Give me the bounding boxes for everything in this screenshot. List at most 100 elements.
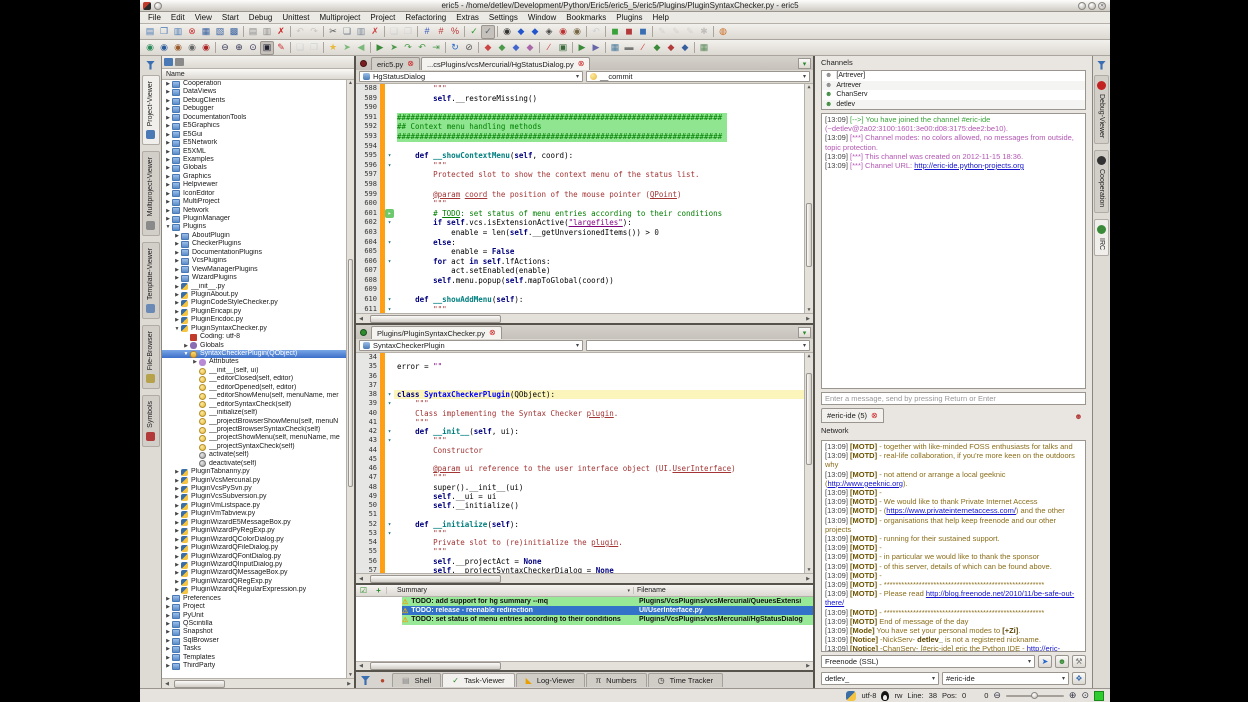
line-number[interactable]: 608 — [356, 276, 380, 286]
expander-icon[interactable]: ▶ — [164, 131, 172, 139]
expander-icon[interactable]: ▼ — [164, 223, 172, 231]
icon-editor-button[interactable]: ▦ — [697, 41, 711, 55]
expander-icon[interactable]: ▶ — [164, 190, 172, 198]
expander-icon[interactable]: ▶ — [173, 232, 181, 240]
new-document-view-button[interactable]: ❏ — [293, 41, 307, 55]
generate-dialog-button[interactable]: ◆ — [650, 41, 664, 55]
code-line[interactable]: 601▸ # TODO: set status of menu entries … — [356, 209, 813, 219]
tree-item[interactable]: ▶PluginWizardE5MessageBox.py — [162, 519, 354, 527]
chat-link[interactable]: http://eric-ide.python-projects.org — [914, 161, 1024, 170]
search-prev-button[interactable]: ◆ — [528, 25, 542, 39]
profile-script-button[interactable]: ◆ — [509, 41, 523, 55]
editor-vertical-scrollbar[interactable]: ▲▼ — [804, 84, 813, 313]
scroll-right-icon[interactable]: ▶ — [803, 316, 813, 322]
scroll-left-icon[interactable]: ◀ — [356, 576, 366, 582]
line-number[interactable]: 50 — [356, 501, 380, 510]
fold-icon[interactable]: ▾ — [385, 529, 394, 538]
tree-item[interactable]: ▶VcsPlugins — [162, 257, 354, 265]
code-line[interactable]: 57 self.__projectSyntaxCheckerDialog = N… — [356, 566, 813, 573]
tree-item[interactable]: ▶PluginWizardQFontDialog.py — [162, 553, 354, 561]
expander-icon[interactable]: ▶ — [164, 114, 172, 122]
tree-item[interactable]: __projectShowMenu(self, menuName, me — [162, 434, 354, 442]
expander-icon[interactable]: ▶ — [173, 553, 181, 561]
connect-server-button[interactable]: ➤ — [1038, 655, 1052, 668]
readwrite-indicator[interactable]: rw — [894, 691, 902, 700]
expander-icon[interactable]: ▶ — [173, 249, 181, 257]
code-line[interactable]: 592## Context menu handling methods — [356, 122, 813, 132]
expander-icon[interactable]: ▶ — [173, 291, 181, 299]
tab-task-viewer[interactable]: ✓Task-Viewer — [442, 673, 514, 687]
expander-icon[interactable]: ▶ — [182, 342, 190, 350]
expander-icon[interactable]: ▶ — [164, 654, 172, 662]
server-combo[interactable]: Freenode (SSL) ▾ — [821, 655, 1035, 668]
line-number[interactable]: 610 — [356, 295, 380, 305]
code-line[interactable]: 591#####################################… — [356, 113, 813, 123]
line-number[interactable]: 589 — [356, 94, 380, 104]
expander-icon[interactable]: ▶ — [173, 510, 181, 518]
expander-icon[interactable]: ▶ — [164, 139, 172, 147]
wizard-pen-1-button[interactable]: ✎ — [655, 25, 669, 39]
join-channel-button[interactable]: ❖ — [1072, 672, 1086, 685]
expander-icon[interactable]: ▶ — [173, 257, 181, 265]
code-line[interactable]: 36 — [356, 372, 813, 381]
expander-icon[interactable]: ▼ — [173, 325, 181, 333]
tree-item[interactable]: ▶AboutPlugin — [162, 232, 354, 240]
user-item[interactable]: ☻Artrever — [822, 81, 1085, 91]
bookmark-star-button[interactable]: ★ — [326, 41, 340, 55]
tree-item[interactable]: ▶MultiProject — [162, 198, 354, 206]
line-number[interactable]: 38 — [356, 390, 380, 399]
fold-icon[interactable]: ▾ — [385, 238, 394, 248]
expander-icon[interactable]: ▶ — [173, 240, 181, 248]
line-number[interactable]: 599 — [356, 190, 380, 200]
code-line[interactable]: 609 — [356, 285, 813, 295]
code-line[interactable]: 599 @param coord the position of the mou… — [356, 190, 813, 200]
scroll-up-icon[interactable]: ▲ — [347, 80, 354, 86]
code-line[interactable]: 595▾ def __showContextMenu(self, coord): — [356, 151, 813, 161]
menu-start[interactable]: Start — [217, 13, 244, 22]
tree-vertical-scrollbar[interactable]: ▲ ▼ — [346, 80, 354, 678]
scroll-right-icon[interactable]: ▶ — [803, 576, 813, 582]
expander-icon[interactable]: ▶ — [164, 164, 172, 172]
channel-combo[interactable]: #eric-ide ▾ — [942, 672, 1069, 685]
expander-icon[interactable]: ▶ — [173, 266, 181, 274]
line-number[interactable]: 595 — [356, 151, 380, 161]
encoding-indicator[interactable]: utf-8 — [861, 691, 876, 700]
code-line[interactable]: 50 self.__initialize() — [356, 501, 813, 510]
wizard-pen-2-button[interactable]: ✎ — [669, 25, 683, 39]
tree-item[interactable]: __editorOpened(self, editor) — [162, 384, 354, 392]
expander-icon[interactable]: ▶ — [173, 502, 181, 510]
menu-unittest[interactable]: Unittest — [277, 13, 314, 22]
expander-icon[interactable]: ▶ — [164, 637, 172, 645]
new-document-view-2-button[interactable]: ❐ — [307, 41, 321, 55]
tree-item[interactable]: ▶Snapshot — [162, 628, 354, 636]
fold-icon[interactable]: ▾ — [385, 161, 394, 171]
zoom-fixed-button[interactable]: ▣ — [260, 41, 274, 55]
code-line[interactable]: 38▾class SyntaxCheckerPlugin(QObject): — [356, 390, 813, 399]
tab-irc[interactable]: IRC — [1094, 219, 1109, 256]
tree-item[interactable]: ▶QScintilla — [162, 620, 354, 628]
filter-tasks-button[interactable] — [358, 674, 373, 687]
line-number[interactable]: 36 — [356, 372, 380, 381]
code-line[interactable]: 594 — [356, 142, 813, 152]
expander-icon[interactable]: ▶ — [173, 561, 181, 569]
scroll-left-icon[interactable]: ◀ — [356, 316, 366, 322]
close-channel-icon[interactable]: ⊗ — [871, 412, 878, 420]
zoom-slider[interactable] — [1006, 695, 1064, 697]
expander-icon[interactable]: ▶ — [164, 97, 172, 105]
scrollbar-handle[interactable] — [370, 575, 501, 583]
editor-vertical-scrollbar[interactable]: ▲▼ — [804, 353, 813, 573]
code-line[interactable]: 55 """ — [356, 547, 813, 556]
tree-item[interactable]: __projectBrowserSyntaxCheck(self) — [162, 426, 354, 434]
redo-button[interactable]: ↷ — [307, 25, 321, 39]
tab-project-viewer[interactable]: Project-Viewer — [142, 75, 160, 145]
expander-icon[interactable]: ▶ — [173, 569, 181, 577]
tree-item[interactable]: __projectSyntaxCheck(self) — [162, 443, 354, 451]
quit-button[interactable]: ✗ — [274, 25, 288, 39]
auto-spell-button[interactable]: ✓ — [481, 25, 495, 39]
filename-column-header[interactable]: Filename — [633, 587, 813, 594]
user-item[interactable]: ☻ChanServ — [822, 90, 1085, 100]
line-number[interactable]: 39 — [356, 399, 380, 408]
trash-button[interactable]: ▬ — [622, 41, 636, 55]
expander-icon[interactable]: ▶ — [164, 105, 172, 113]
line-number[interactable]: 43 — [356, 436, 380, 445]
